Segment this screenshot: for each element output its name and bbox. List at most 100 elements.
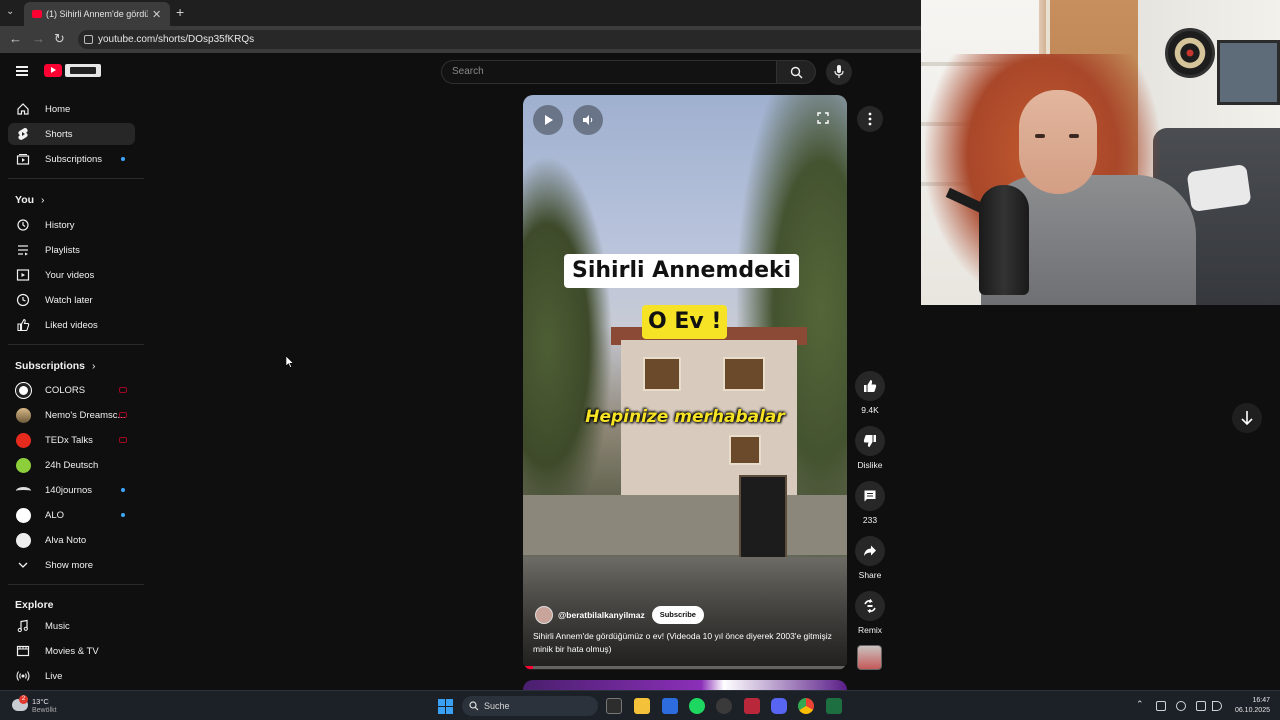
sidebar-divider <box>8 344 144 345</box>
volume-button[interactable] <box>573 105 603 135</box>
site-info-icon[interactable] <box>84 35 93 44</box>
channel-avatar <box>16 533 31 548</box>
search-icon <box>469 701 479 711</box>
subscription-label: ALO <box>45 510 65 521</box>
video-caption: Hepinize merhabalar <box>585 407 785 427</box>
comments-button[interactable]: 233 <box>855 481 885 525</box>
system-clock[interactable]: 16:47 06.10.2025 <box>1230 696 1270 716</box>
subscription-item[interactable]: Alva Noto <box>8 529 135 551</box>
tray-overflow-icon[interactable]: ⌃ <box>1136 699 1146 709</box>
menu-icon[interactable] <box>16 66 28 76</box>
microphone-tray-icon[interactable] <box>1176 701 1186 711</box>
video-progress-fill <box>523 666 533 669</box>
browser-tab-strip: ⌄ (1) Sihirli Annem'de gördüğüm ✕ + <box>0 0 921 26</box>
next-video-button[interactable] <box>1232 403 1262 433</box>
share-button[interactable]: Share <box>855 536 885 580</box>
remix-button[interactable]: Remix <box>855 591 885 635</box>
more-vert-icon <box>868 112 872 126</box>
store-icon[interactable] <box>662 698 678 714</box>
close-tab-icon[interactable]: ✕ <box>152 8 161 21</box>
like-icon <box>864 380 877 392</box>
excel-icon[interactable] <box>826 698 842 714</box>
channel-avatar <box>16 508 31 523</box>
subscription-item[interactable]: Nemo's Dreamsc... <box>8 404 135 426</box>
webcam-person-face <box>1019 90 1097 194</box>
file-explorer-icon[interactable] <box>634 698 650 714</box>
you-section-title[interactable]: You › <box>15 194 44 206</box>
url-text: youtube.com/shorts/DOsp35fKRQs <box>98 34 255 45</box>
discord-icon[interactable] <box>771 698 787 714</box>
sidebar-item-liked-videos[interactable]: Liked videos <box>8 314 135 336</box>
play-button[interactable] <box>533 105 563 135</box>
network-icon[interactable] <box>1156 701 1166 711</box>
chrome-icon[interactable] <box>798 698 814 714</box>
channel-avatar <box>16 458 31 473</box>
sidebar-item-label: Your videos <box>45 270 95 281</box>
search-input[interactable]: Search <box>441 60 777 84</box>
dislike-button[interactable]: Dislike <box>855 426 885 470</box>
subscription-item[interactable]: ALO <box>8 504 135 526</box>
home-icon <box>17 103 29 115</box>
voice-search-button[interactable] <box>826 59 852 85</box>
remix-label: Remix <box>857 625 883 635</box>
more-options-button[interactable] <box>857 106 883 132</box>
spotify-icon[interactable] <box>689 698 705 714</box>
tab-search-icon[interactable]: ⌄ <box>6 6 14 17</box>
sidebar-item-subscriptions[interactable]: Subscriptions <box>8 148 135 170</box>
sidebar-item-your-videos[interactable]: Your videos <box>8 264 135 286</box>
reload-icon[interactable]: ↻ <box>54 31 65 47</box>
url-field[interactable]: youtube.com/shorts/DOsp35fKRQs <box>78 30 921 49</box>
sidebar-item-movies-tv[interactable]: Movies & TV <box>8 640 135 662</box>
subscription-item[interactable]: 140journos <box>8 479 135 501</box>
task-view-icon[interactable] <box>606 698 622 714</box>
channel-avatar <box>16 408 31 423</box>
new-tab-icon[interactable]: + <box>176 4 184 20</box>
live-indicator-icon <box>119 387 127 393</box>
sidebar-item-label: Home <box>45 104 71 115</box>
sidebar-divider <box>8 178 144 179</box>
clock-date: 06.10.2025 <box>1234 707 1270 714</box>
app-icon[interactable] <box>716 698 732 714</box>
shorts-icon <box>18 127 28 140</box>
subscription-item[interactable]: TEDx Talks <box>8 429 135 451</box>
sidebar-item-playlists[interactable]: Playlists <box>8 239 135 261</box>
browser-tab[interactable]: (1) Sihirli Annem'de gördüğüm ✕ <box>24 2 170 26</box>
app-icon[interactable] <box>744 698 760 714</box>
subscriptions-section-title[interactable]: Subscriptions › <box>15 360 95 372</box>
subscription-item[interactable]: COLORS <box>8 379 135 401</box>
youtube-favicon-icon <box>32 10 42 18</box>
sound-source-thumbnail[interactable] <box>857 645 882 670</box>
subscribe-button[interactable]: Subscribe <box>651 606 704 624</box>
like-button[interactable]: 9.4K <box>855 371 885 415</box>
video-description[interactable]: Sihirli Annem'de gördüğümüz o ev! (Video… <box>533 630 833 656</box>
back-icon[interactable]: ← <box>9 31 22 46</box>
channel-avatar[interactable] <box>535 606 553 624</box>
sidebar-item-watch-later[interactable]: Watch later <box>8 289 135 311</box>
search-button[interactable] <box>776 60 816 84</box>
display-icon[interactable] <box>1196 701 1206 711</box>
volume-tray-icon[interactable] <box>1212 701 1222 711</box>
comment-icon <box>864 490 876 502</box>
weather-widget[interactable]: 2 13°C Bewölkt <box>12 695 72 717</box>
video-progress-bar[interactable] <box>523 666 847 669</box>
subscription-item[interactable]: 24h Deutsch <box>8 454 135 476</box>
subscription-label: COLORS <box>45 385 86 396</box>
start-button[interactable] <box>438 699 453 714</box>
sidebar-item-music[interactable]: Music <box>8 615 135 637</box>
webcam-microphone <box>979 185 1029 295</box>
taskbar-search[interactable]: Suche <box>462 696 598 716</box>
remix-icon <box>864 599 876 613</box>
fullscreen-icon[interactable] <box>817 112 829 124</box>
sidebar-item-history[interactable]: History <box>8 214 135 236</box>
sidebar-item-live[interactable]: Live <box>8 665 135 687</box>
search-icon <box>790 66 803 79</box>
forward-icon[interactable]: → <box>32 31 45 46</box>
show-more-button[interactable]: Show more <box>8 554 135 576</box>
sidebar-item-home[interactable]: Home <box>8 98 135 120</box>
temperature: 13°C <box>32 697 49 706</box>
sidebar-item-shorts[interactable]: Shorts <box>8 123 135 145</box>
channel-name[interactable]: @beratbilalkanyilmaz <box>558 610 645 620</box>
new-content-dot <box>121 157 125 161</box>
shorts-video-player[interactable]: Sihirli Annemdeki O Ev ! Hepinize merhab… <box>523 95 847 670</box>
youtube-logo[interactable] <box>44 64 101 77</box>
